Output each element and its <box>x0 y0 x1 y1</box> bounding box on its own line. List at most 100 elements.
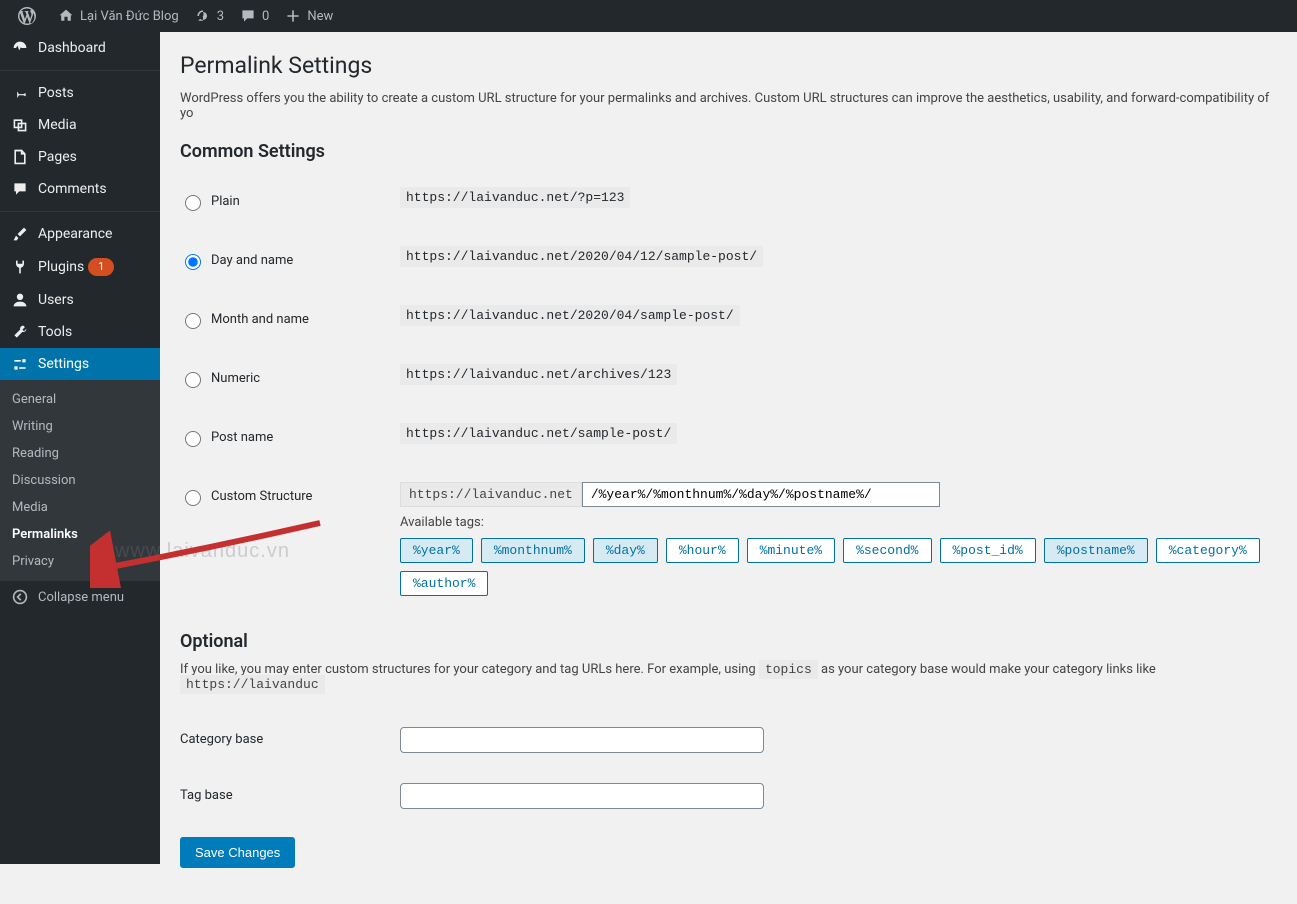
sidebar-item-appearance[interactable]: Appearance <box>0 218 160 250</box>
new-label: New <box>307 9 333 24</box>
permalink-option-label: Numeric <box>211 371 260 386</box>
admin-sidebar: Dashboard Posts Media Pages Comments Appearan… <box>0 32 160 864</box>
sidebar-item-users[interactable]: Users <box>0 284 160 316</box>
permalink-option-custom[interactable]: Custom Structure <box>180 487 380 506</box>
optional-code-url: https://laivanduc <box>180 675 325 694</box>
collapse-menu[interactable]: Collapse menu <box>0 581 160 613</box>
submenu-discussion[interactable]: Discussion <box>0 467 160 494</box>
category-base-input[interactable] <box>400 727 764 753</box>
comment-icon <box>240 8 256 24</box>
sidebar-item-settings[interactable]: Settings <box>0 348 160 380</box>
refresh-count: 3 <box>217 9 224 24</box>
permalink-option-label: Custom Structure <box>211 489 312 504</box>
permalink-example-url: https://laivanduc.net/sample-post/ <box>400 423 677 444</box>
sidebar-item-pages[interactable]: Pages <box>0 141 160 173</box>
page-title: Permalink Settings <box>180 52 1277 79</box>
submenu-general[interactable]: General <box>0 386 160 413</box>
sidebar-item-plugins[interactable]: Plugins1 <box>0 250 160 284</box>
custom-structure-prefix: https://laivanduc.net <box>400 482 582 507</box>
collapse-label: Collapse menu <box>38 590 124 605</box>
sidebar-item-label: Plugins <box>38 259 84 275</box>
permalink-radio[interactable] <box>185 254 201 270</box>
permalink-option-post-name[interactable]: Post name <box>180 428 380 447</box>
refresh-link[interactable]: 3 <box>187 0 232 32</box>
permalink-option-plain[interactable]: Plain <box>180 192 380 211</box>
permalink-example-url: https://laivanduc.net/2020/04/sample-pos… <box>400 305 740 326</box>
permalink-radio[interactable] <box>185 431 201 447</box>
custom-structure-input[interactable] <box>582 482 940 507</box>
sidebar-item-dashboard[interactable]: Dashboard <box>0 32 160 64</box>
submenu-permalinks[interactable]: Permalinks <box>0 521 160 548</box>
submenu-media[interactable]: Media <box>0 494 160 521</box>
permalink-radio[interactable] <box>185 313 201 329</box>
permalink-example-url: https://laivanduc.net/2020/04/12/sample-… <box>400 246 763 267</box>
user-icon <box>10 292 30 308</box>
tag-day[interactable]: %day% <box>593 538 658 563</box>
tag-author[interactable]: %author% <box>400 571 488 596</box>
sidebar-item-label: Pages <box>38 149 77 165</box>
tag-postname[interactable]: %postname% <box>1044 538 1148 563</box>
plus-icon <box>285 8 301 24</box>
common-settings-heading: Common Settings <box>180 141 1277 162</box>
sidebar-item-label: Media <box>38 117 77 133</box>
tag-hour[interactable]: %hour% <box>666 538 739 563</box>
permalink-example-url: https://laivanduc.net/?p=123 <box>400 187 630 208</box>
settings-icon <box>10 356 30 372</box>
permalink-option-numeric[interactable]: Numeric <box>180 369 380 388</box>
settings-submenu: GeneralWritingReadingDiscussionMediaPerm… <box>0 380 160 581</box>
permalink-option-label: Plain <box>211 194 240 209</box>
wrench-icon <box>10 324 30 340</box>
optional-code-example: topics <box>759 660 818 679</box>
available-tags-label: Available tags: <box>400 515 1267 530</box>
dashboard-icon <box>10 40 30 56</box>
save-changes-button[interactable]: Save Changes <box>180 837 295 868</box>
optional-desc: If you like, you may enter custom struct… <box>180 662 1277 692</box>
tag-monthnum[interactable]: %monthnum% <box>481 538 585 563</box>
sidebar-item-comments[interactable]: Comments <box>0 173 160 205</box>
refresh-icon <box>195 8 211 24</box>
permalink-option-label: Post name <box>211 430 273 445</box>
tag-category[interactable]: %category% <box>1156 538 1260 563</box>
sidebar-item-posts[interactable]: Posts <box>0 77 160 109</box>
site-name-link[interactable]: Lại Văn Đức Blog <box>50 0 187 32</box>
sidebar-item-media[interactable]: Media <box>0 109 160 141</box>
sidebar-item-label: Dashboard <box>38 40 106 56</box>
optional-table: Category base Tag base <box>180 712 1277 824</box>
sidebar-item-tools[interactable]: Tools <box>0 316 160 348</box>
brush-icon <box>10 226 30 242</box>
sidebar-item-label: Comments <box>38 181 107 197</box>
sidebar-item-label: Tools <box>38 324 72 340</box>
optional-heading: Optional <box>180 631 1277 652</box>
permalink-option-label: Day and name <box>211 253 293 268</box>
permalink-radio[interactable] <box>185 372 201 388</box>
tag-base-input[interactable] <box>400 783 764 809</box>
permalink-option-month-and-name[interactable]: Month and name <box>180 310 380 329</box>
tag-second[interactable]: %second% <box>843 538 931 563</box>
new-link[interactable]: New <box>277 0 341 32</box>
permalink-radio[interactable] <box>185 490 201 506</box>
submenu-reading[interactable]: Reading <box>0 440 160 467</box>
tag-post_id[interactable]: %post_id% <box>940 538 1036 563</box>
pin-icon <box>10 85 30 101</box>
sidebar-item-label: Appearance <box>38 226 112 242</box>
wordpress-icon <box>18 7 36 25</box>
permalink-radio[interactable] <box>185 195 201 211</box>
tag-base-label: Tag base <box>180 788 233 803</box>
comment-icon <box>10 181 30 197</box>
plug-icon <box>10 259 30 275</box>
submenu-writing[interactable]: Writing <box>0 413 160 440</box>
submenu-privacy[interactable]: Privacy <box>0 548 160 575</box>
tag-year[interactable]: %year% <box>400 538 473 563</box>
site-name-text: Lại Văn Đức Blog <box>80 9 179 24</box>
sidebar-item-label: Settings <box>38 356 89 372</box>
category-base-label: Category base <box>180 732 263 747</box>
permalink-option-day-and-name[interactable]: Day and name <box>180 251 380 270</box>
main-content: Permalink Settings WordPress offers you … <box>160 32 1297 904</box>
available-tags: %year% %monthnum% %day% %hour% %minute% %seco… <box>400 538 1267 596</box>
tag-minute[interactable]: %minute% <box>747 538 835 563</box>
permalink-example-url: https://laivanduc.net/archives/123 <box>400 364 677 385</box>
wp-logo[interactable] <box>10 0 50 32</box>
sidebar-item-label: Users <box>38 292 74 308</box>
permalink-option-label: Month and name <box>211 312 309 327</box>
comments-link[interactable]: 0 <box>232 0 277 32</box>
